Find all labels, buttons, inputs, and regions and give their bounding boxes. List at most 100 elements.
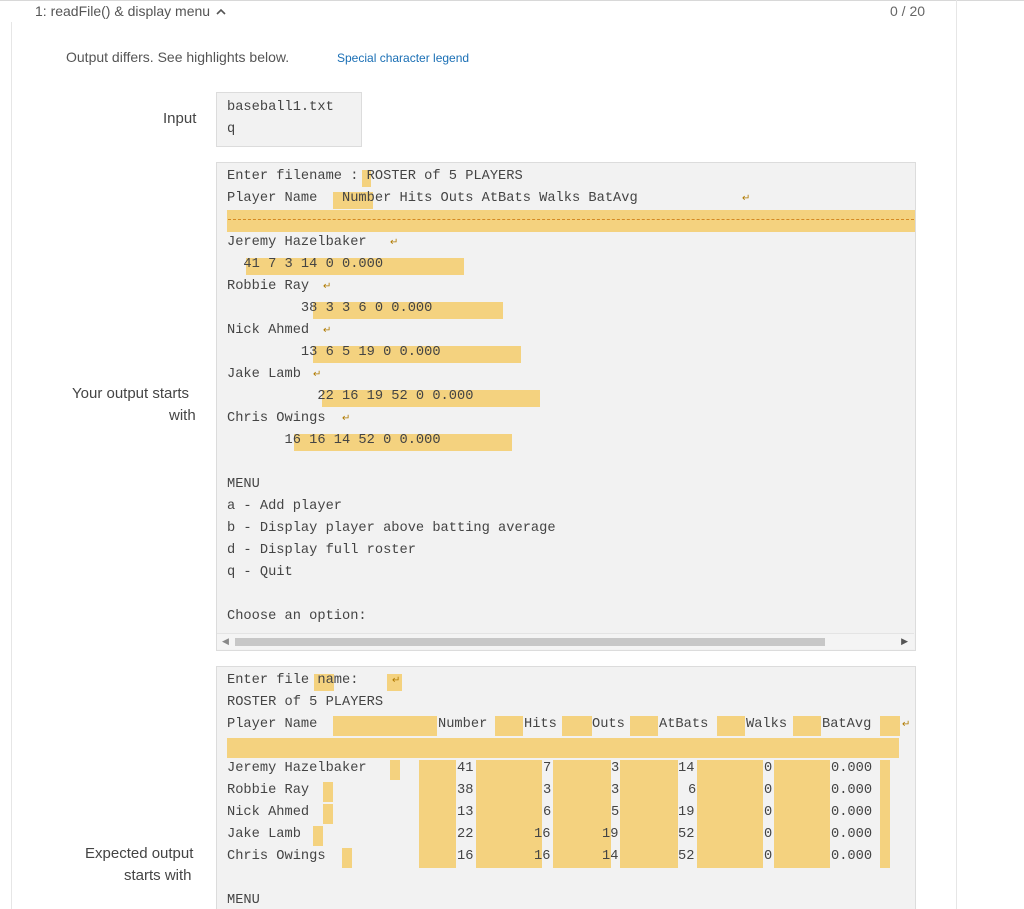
newline-icon: ↵	[323, 325, 332, 336]
score-label: 0 / 20	[890, 3, 926, 19]
your-output-label: Your output starts	[72, 385, 190, 402]
expected-cell: 16	[457, 849, 474, 864]
diff-highlight-dashes	[227, 210, 915, 232]
expected-cell: 3	[611, 783, 620, 798]
expected-output-label-2: starts with	[124, 867, 192, 884]
diff-highlight-column	[476, 760, 542, 868]
expected-cell: 0	[764, 783, 773, 798]
expected-cell: 7	[543, 761, 552, 776]
expected-cell: 6	[688, 783, 697, 798]
diff-highlight	[342, 848, 352, 868]
expected-header: BatAvg	[822, 717, 872, 732]
diff-message: Output differs. See highlights below.	[66, 49, 290, 65]
diff-highlight-column	[620, 760, 678, 868]
diff-highlight	[630, 716, 658, 736]
expected-cell: 0	[764, 761, 773, 776]
expected-cell: 6	[543, 805, 552, 820]
chevron-up-icon[interactable]	[216, 3, 226, 19]
diff-highlight	[880, 716, 900, 736]
expected-cell: 3	[611, 761, 620, 776]
output-line: 16 16 14 52 0 0.000	[227, 433, 441, 448]
diff-highlight	[313, 826, 323, 846]
diff-highlight	[793, 716, 821, 736]
input-line: q	[227, 122, 236, 137]
expected-line: Enter file name:	[227, 673, 367, 688]
output-line: 13 6 5 19 0 0.000	[227, 345, 441, 360]
expected-cell: 22	[457, 827, 474, 842]
diff-highlight	[333, 716, 437, 736]
diff-highlight-column	[880, 760, 890, 868]
diff-highlight	[323, 804, 333, 824]
test-case-header[interactable]: 1: readFile() & display menu	[35, 3, 226, 19]
dash-separator	[228, 219, 914, 220]
card-right-border	[956, 0, 957, 909]
output-line: b - Display player above batting average	[227, 521, 556, 536]
expected-cell: 0.000	[831, 761, 873, 776]
newline-icon: ↵	[392, 675, 401, 686]
output-line: MENU	[227, 477, 260, 492]
output-line: d - Display full roster	[227, 543, 416, 558]
horizontal-scrollbar[interactable]: ◀ ▶	[217, 633, 914, 649]
diff-highlight	[562, 716, 592, 736]
special-character-legend-link[interactable]: Special character legend	[337, 51, 469, 65]
output-line: q - Quit	[227, 565, 293, 580]
output-line: 38 3 3 6 0 0.000	[227, 301, 433, 316]
output-line: Nick Ahmed	[227, 323, 310, 338]
expected-cell: 52	[678, 849, 695, 864]
output-line: Robbie Ray	[227, 279, 310, 294]
expected-header: Player Name	[227, 717, 318, 732]
expected-cell: 5	[611, 805, 620, 820]
output-line: a - Add player	[227, 499, 342, 514]
output-line: Choose an option:	[227, 609, 367, 624]
expected-cell: 0.000	[831, 849, 873, 864]
expected-cell: 0.000	[831, 827, 873, 842]
test-case-title: 1: readFile() & display menu	[35, 3, 211, 19]
expected-header: Number	[438, 717, 488, 732]
newline-icon: ↵	[313, 369, 322, 380]
expected-cell: 0	[764, 805, 773, 820]
input-line: baseball1.txt	[227, 100, 334, 115]
expected-cell: 19	[602, 827, 619, 842]
expected-output-label: Expected output	[85, 845, 194, 862]
expected-cell: 3	[543, 783, 552, 798]
expected-cell-name: Jeremy Hazelbaker	[227, 761, 367, 776]
expected-cell: 0.000	[831, 783, 873, 798]
expected-cell: 13	[457, 805, 474, 820]
output-line: Jake Lamb	[227, 367, 301, 382]
diff-highlight	[495, 716, 523, 736]
expected-cell: 19	[678, 805, 695, 820]
diff-highlight	[717, 716, 745, 736]
newline-icon: ↵	[902, 719, 911, 730]
newline-icon: ↵	[390, 237, 399, 248]
output-line: 22 16 19 52 0 0.000	[227, 389, 474, 404]
expected-cell: 38	[457, 783, 474, 798]
scroll-left-icon[interactable]: ◀	[222, 636, 229, 647]
expected-cell: 0.000	[831, 805, 873, 820]
expected-cell-name: Robbie Ray	[227, 783, 310, 798]
output-line: Enter filename : ROSTER of 5 PLAYERS	[227, 169, 523, 184]
newline-icon: ↵	[742, 193, 751, 204]
expected-cell-name: Chris Owings	[227, 849, 326, 864]
expected-cell: 0	[764, 849, 773, 864]
expected-cell: 16	[534, 849, 551, 864]
diff-highlight	[390, 760, 400, 780]
scroll-right-icon[interactable]: ▶	[901, 636, 908, 647]
expected-cell: 16	[534, 827, 551, 842]
output-line: Chris Owings	[227, 411, 326, 426]
scrollbar-thumb[interactable]	[235, 638, 825, 646]
newline-icon: ↵	[342, 413, 351, 424]
expected-header: Hits	[524, 717, 557, 732]
output-line: 41 7 3 14 0 0.000	[227, 257, 384, 272]
input-label: Input	[163, 110, 197, 127]
expected-cell: 41	[457, 761, 474, 776]
top-divider	[0, 0, 1024, 1]
output-line: Jeremy Hazelbaker	[227, 235, 367, 250]
expected-header: AtBats	[659, 717, 709, 732]
expected-line: ROSTER of 5 PLAYERS	[227, 695, 384, 710]
your-output-label-2: with	[169, 407, 196, 424]
diff-highlight-column	[419, 760, 456, 868]
diff-highlight-column	[774, 760, 830, 868]
expected-header: Outs	[592, 717, 625, 732]
expected-header: Walks	[746, 717, 788, 732]
expected-cell-name: Nick Ahmed	[227, 805, 310, 820]
